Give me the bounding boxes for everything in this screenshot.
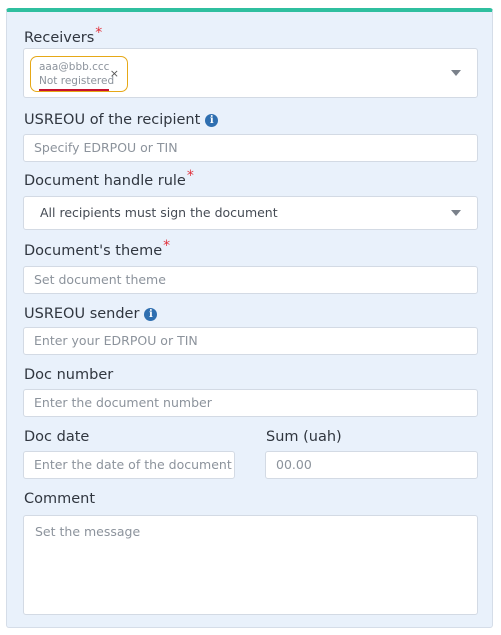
handle-rule-value: All recipients must sign the document <box>40 205 278 220</box>
doc-number-input[interactable]: Enter the document number <box>23 389 478 417</box>
receiver-tag: aaa@bbb.ccc Not registered × <box>30 56 128 92</box>
chevron-down-icon[interactable] <box>451 210 461 216</box>
handle-rule-select[interactable]: All recipients must sign the document <box>23 196 478 230</box>
sender-usreou-label: USREOU sender i <box>24 305 158 323</box>
recipient-usreou-input[interactable]: Specify EDRPOU or TIN <box>23 134 478 162</box>
document-form-panel: Receivers* aaa@bbb.ccc Not registered × … <box>6 8 493 628</box>
comment-label: Comment <box>24 491 96 507</box>
required-mark: * <box>95 25 103 41</box>
sender-usreou-input[interactable]: Enter your EDRPOU or TIN <box>23 327 478 355</box>
comment-textarea[interactable]: Set the message <box>23 515 478 615</box>
theme-label: Document's theme* <box>24 238 171 259</box>
required-mark: * <box>186 168 194 184</box>
receivers-select[interactable]: aaa@bbb.ccc Not registered × <box>23 48 478 98</box>
doc-number-label: Doc number <box>24 367 114 383</box>
remove-receiver-icon[interactable]: × <box>110 67 119 81</box>
doc-date-label: Doc date <box>24 429 90 445</box>
sum-label: Sum (uah) <box>266 429 342 445</box>
error-underline <box>39 89 109 91</box>
recipient-usreou-label: USREOU of the recipient i <box>24 111 219 129</box>
info-icon[interactable]: i <box>144 308 158 321</box>
sum-input[interactable]: 00.00 <box>265 451 478 479</box>
info-icon[interactable]: i <box>205 114 219 127</box>
theme-input[interactable]: Set document theme <box>23 266 478 294</box>
doc-date-input[interactable]: Enter the date of the document <box>23 451 235 479</box>
chevron-down-icon[interactable] <box>451 70 461 76</box>
required-mark: * <box>163 238 171 254</box>
handle-rule-label: Document handle rule* <box>24 168 194 189</box>
receivers-label: Receivers* <box>24 25 103 46</box>
